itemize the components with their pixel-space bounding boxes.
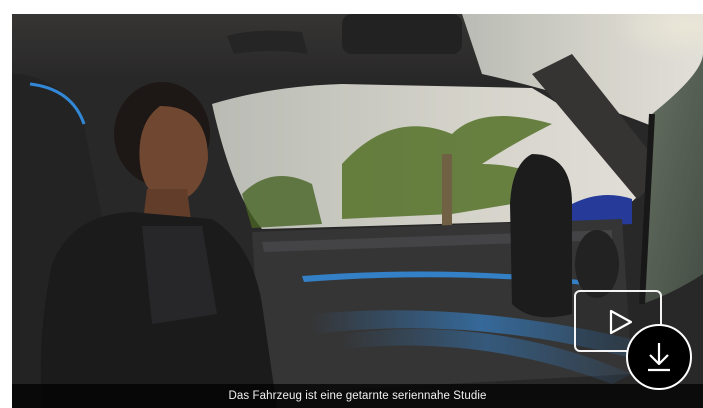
subtitle-text: Das Fahrzeug ist eine getarnte seriennah… [228,390,487,402]
download-button[interactable] [626,324,692,390]
subtitle-bar: Das Fahrzeug ist eine getarnte seriennah… [12,384,703,408]
video-player[interactable]: Das Fahrzeug ist eine getarnte seriennah… [12,14,703,408]
